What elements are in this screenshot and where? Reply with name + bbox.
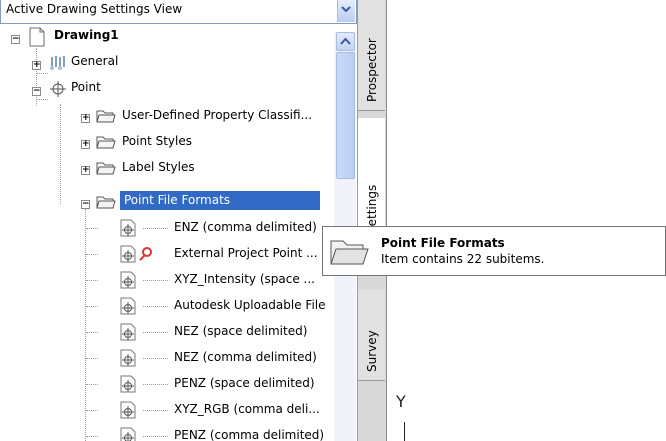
tree-node-format-item[interactable]: XYZ_Intensity (space ... — [0, 268, 330, 292]
tree-node-drawing1[interactable]: − Drawing1 — [0, 24, 330, 48]
tree-node-format-item[interactable]: Autodesk Uploadable File — [0, 294, 330, 318]
tool-palette-tabs: Prospector Settings Survey — [357, 0, 387, 441]
tree-label: Drawing1 — [54, 28, 119, 42]
tree-node-point[interactable]: − Point — [0, 76, 330, 100]
tree-node-format-item[interactable]: PENZ (space delimited) — [0, 372, 330, 396]
tree-label: Point — [71, 80, 101, 94]
point-file-format-icon — [120, 245, 136, 263]
view-dropdown[interactable]: Active Drawing Settings View — [0, 0, 357, 24]
tree-node-point-file-formats[interactable]: − Point File Formats — [0, 190, 330, 214]
tree-label: Autodesk Uploadable File — [174, 298, 326, 312]
folder-icon — [330, 240, 369, 265]
point-file-format-icon — [120, 401, 136, 419]
tree-label: XYZ_RGB (comma deli... — [174, 402, 320, 416]
point-file-format-icon — [120, 323, 136, 341]
tree-node-format-item[interactable]: External Project Point ... — [0, 242, 330, 266]
tree-label: ENZ (comma delimited) — [174, 220, 317, 234]
view-dropdown-value: Active Drawing Settings View — [6, 2, 183, 16]
point-file-format-icon — [120, 297, 136, 315]
tree-label: General — [71, 54, 119, 68]
tree-label: Label Styles — [122, 160, 195, 174]
collapse-toggle[interactable]: − — [32, 87, 41, 96]
external-reference-icon — [139, 247, 152, 261]
ucs-y-axis-line — [404, 422, 405, 441]
tree-label: Point Styles — [122, 134, 193, 148]
point-icon — [50, 81, 66, 97]
tree-node-format-item[interactable]: NEZ (comma delimited) — [0, 346, 330, 370]
tree-node-format-item[interactable]: XYZ_RGB (comma deli... — [0, 398, 330, 422]
tab-label: Survey — [365, 330, 379, 372]
prospector-tree: − Drawing1 + General − Point + User-Defi… — [0, 24, 358, 441]
expand-toggle[interactable]: + — [81, 114, 90, 123]
tab-survey[interactable]: Survey — [358, 290, 385, 381]
tree-label: NEZ (space delimited) — [174, 324, 308, 338]
tab-settings[interactable]: Settings — [358, 118, 385, 243]
tooltip-subtitle: Item contains 22 subitems. — [381, 252, 545, 266]
expand-toggle[interactable]: + — [81, 140, 90, 149]
document-icon — [29, 27, 45, 47]
tree-label: XYZ_Intensity (space ... — [174, 272, 315, 286]
tooltip-title: Point File Formats — [381, 236, 505, 250]
tree-label: NEZ (comma delimited) — [174, 350, 317, 364]
scroll-up-button[interactable] — [336, 32, 355, 51]
folder-icon — [96, 136, 116, 149]
tab-prospector[interactable]: Prospector — [358, 0, 385, 111]
tree-node-user-defined-property-classifications[interactable]: + User-Defined Property Classifi... — [0, 104, 330, 128]
ucs-y-axis-label: Y — [396, 392, 406, 411]
point-file-format-icon — [120, 219, 136, 237]
tree-node-format-item[interactable]: ENZ (comma delimited) — [0, 216, 330, 240]
expand-toggle[interactable]: + — [32, 61, 41, 70]
tree-node-label-styles[interactable]: + Label Styles — [0, 156, 330, 180]
expand-toggle[interactable]: + — [81, 166, 90, 175]
tree-node-general[interactable]: + General — [0, 50, 330, 74]
tree-label: External Project Point ... — [174, 246, 318, 260]
folder-icon — [96, 162, 116, 175]
tree-label: PENZ (space delimited) — [174, 376, 315, 390]
point-file-format-icon — [120, 375, 136, 393]
point-file-format-icon — [120, 427, 136, 441]
chevron-down-icon — [341, 6, 351, 13]
chevron-up-icon — [340, 37, 351, 45]
general-settings-icon — [50, 56, 65, 70]
tree-label: Point File Formats — [120, 191, 320, 210]
tree-label: PENZ (comma delimited) — [174, 428, 325, 441]
folder-icon — [96, 110, 116, 123]
point-file-format-icon — [120, 349, 136, 367]
tooltip: Point File Formats Item contains 22 subi… — [322, 226, 666, 276]
point-file-format-icon — [120, 271, 136, 289]
scroll-thumb[interactable] — [336, 52, 355, 179]
collapse-toggle[interactable]: − — [81, 200, 90, 209]
tree-node-format-item[interactable]: PENZ (comma delimited) — [0, 424, 330, 441]
tree-label: User-Defined Property Classifi... — [122, 108, 313, 122]
collapse-toggle[interactable]: − — [11, 35, 20, 44]
tab-label: Prospector — [365, 38, 379, 102]
tree-node-format-item[interactable]: NEZ (space delimited) — [0, 320, 330, 344]
dropdown-arrow-button[interactable] — [337, 0, 355, 22]
folder-icon — [96, 196, 116, 209]
tree-node-point-styles[interactable]: + Point Styles — [0, 130, 330, 154]
